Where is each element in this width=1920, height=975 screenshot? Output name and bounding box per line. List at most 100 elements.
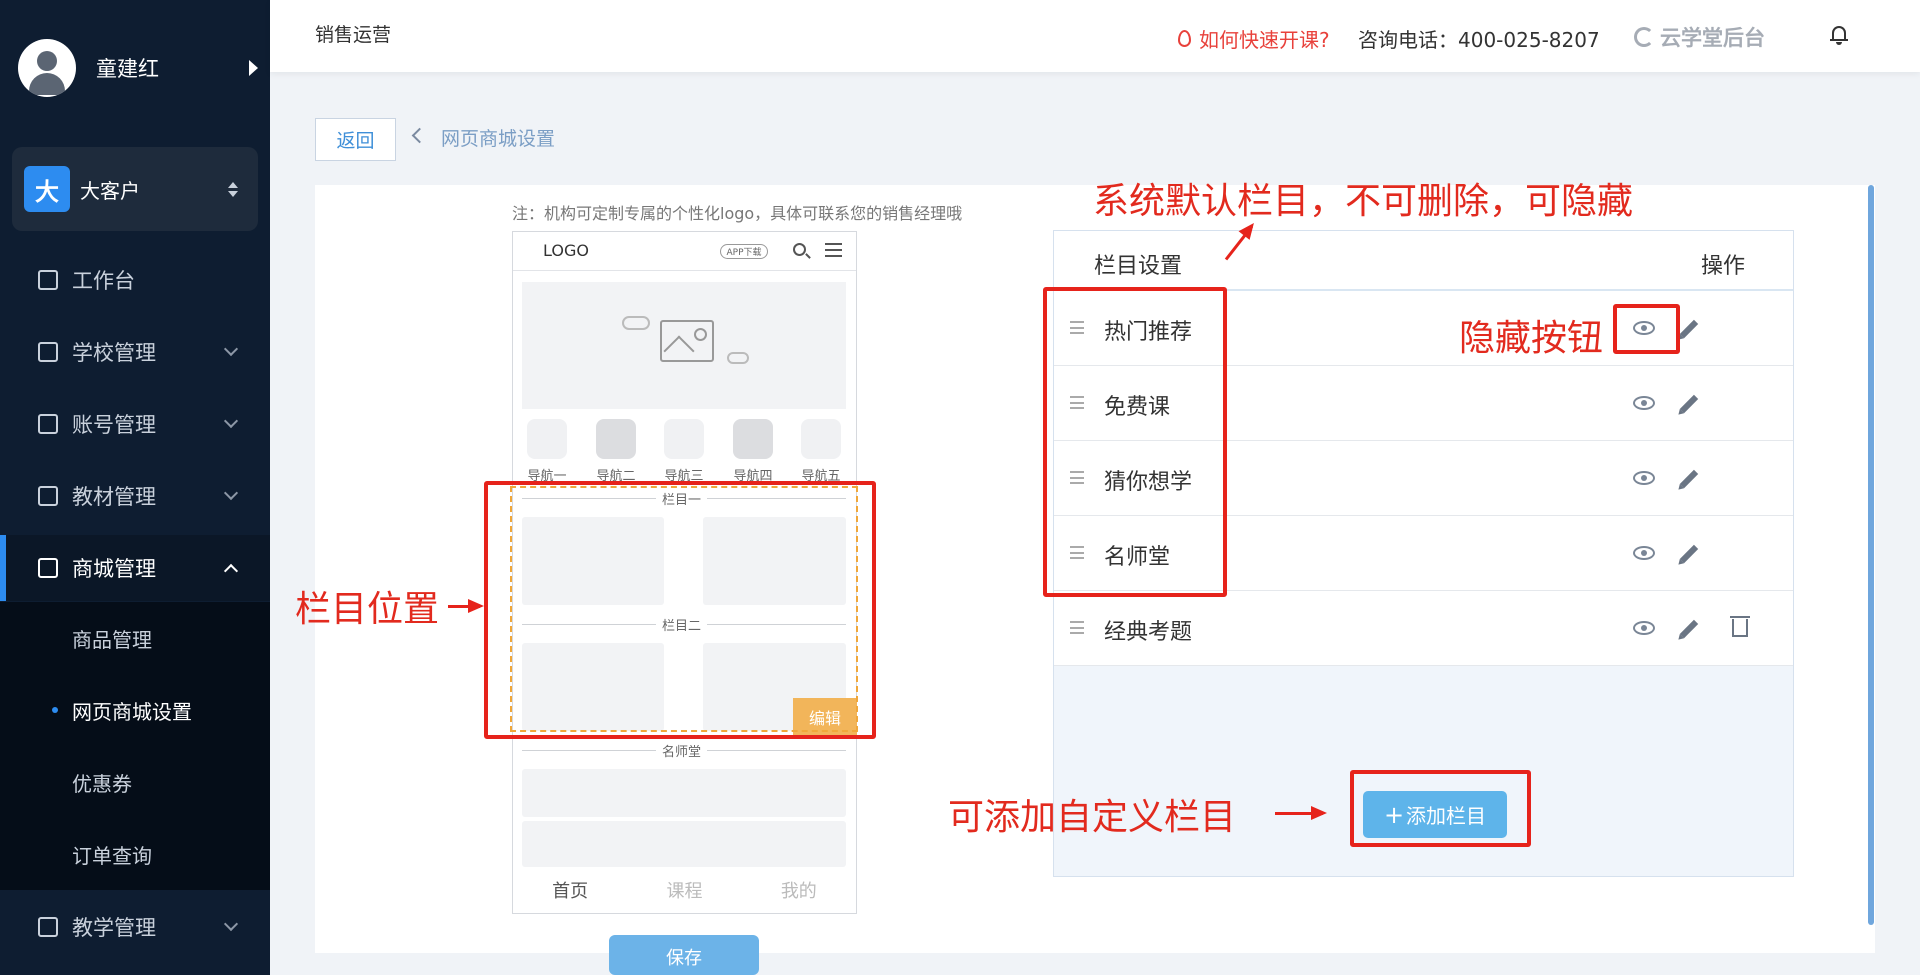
chevron-down-icon <box>223 413 239 429</box>
submenu-item-orders[interactable]: 订单查询 <box>0 818 270 890</box>
chevron-down-icon <box>223 916 239 932</box>
tab-courses: 课程 <box>666 881 703 902</box>
how-to-start-link[interactable]: 如何快速开课? <box>1178 24 1330 53</box>
annotation-box-add-button <box>1350 770 1531 847</box>
pencil-icon[interactable] <box>1679 394 1699 414</box>
brand-label: 云学堂后台 <box>1660 26 1765 50</box>
tab-home: 首页 <box>552 881 589 902</box>
card-placeholder <box>522 769 846 817</box>
submenu-item-label: 商品管理 <box>72 627 152 652</box>
table-row: 经典考题 <box>1054 591 1793 666</box>
sidebar-item-teaching[interactable]: 教学管理 <box>0 894 270 960</box>
save-button[interactable]: 保存 <box>609 935 759 975</box>
back-button[interactable]: 返回 <box>315 118 396 161</box>
submenu-item-web-mall-settings[interactable]: 网页商城设置 <box>0 674 270 746</box>
nav-item: 导航二 <box>588 419 644 484</box>
annotation-box-column-position <box>484 481 876 739</box>
fire-icon <box>1178 30 1191 47</box>
sidebar-item-label: 工作台 <box>72 269 135 293</box>
sidebar-item-school[interactable]: 学校管理 <box>0 319 270 385</box>
chevron-down-icon <box>223 485 239 501</box>
annotation-arrow <box>448 599 484 613</box>
mall-submenu: 商品管理 网页商城设置 优惠券 订单查询 <box>0 602 270 890</box>
book-icon <box>38 486 58 506</box>
sidebar-item-label: 账号管理 <box>72 413 156 437</box>
active-dot <box>52 707 58 713</box>
annotation-box-hide-button <box>1613 304 1680 354</box>
breadcrumb-current: 网页商城设置 <box>441 128 556 150</box>
submenu-item-coupons[interactable]: 优惠券 <box>0 746 270 818</box>
search-icon <box>793 243 806 256</box>
annotation-column-position: 栏目位置 <box>295 589 440 630</box>
sidebar-item-workbench[interactable]: 工作台 <box>0 247 270 313</box>
sort-icon <box>226 181 240 197</box>
chevron-left-icon <box>411 127 428 144</box>
drag-handle-icon[interactable] <box>1070 621 1084 634</box>
card-placeholder <box>522 821 846 867</box>
org-badge: 大 <box>24 166 70 212</box>
sidebar-item-label: 商城管理 <box>72 557 156 581</box>
top-bar: 销售运营 如何快速开课? 咨询电话：400-025-8207 云学堂后台 <box>270 0 1920 72</box>
document-icon <box>38 917 58 937</box>
section-label: 名师堂 <box>656 741 708 760</box>
avatar <box>18 39 76 97</box>
page-section-title: 销售运营 <box>315 24 392 46</box>
nav-item: 导航一 <box>519 419 575 484</box>
annotation-box-default-columns <box>1043 287 1227 597</box>
nav-item: 导航三 <box>656 419 712 484</box>
user-profile[interactable]: 童建红 <box>18 38 258 98</box>
submenu-item-label: 订单查询 <box>72 843 152 868</box>
refresh-icon <box>1634 27 1654 47</box>
org-switcher[interactable]: 大 大客户 <box>12 147 258 231</box>
eye-icon[interactable] <box>1633 621 1655 635</box>
cloud-icon <box>727 352 749 364</box>
nav-item: 导航四 <box>725 419 781 484</box>
divider <box>513 270 856 271</box>
brand-logo[interactable]: 云学堂后台 <box>1634 22 1765 52</box>
header-actions: 操作 <box>1701 254 1746 279</box>
pencil-icon[interactable] <box>1679 469 1699 489</box>
submenu-item-label: 网页商城设置 <box>72 699 192 724</box>
sidebar-item-mall[interactable]: 商城管理 <box>0 535 270 601</box>
eye-icon[interactable] <box>1633 471 1655 485</box>
nav-item: 导航五 <box>793 419 849 484</box>
pencil-icon[interactable] <box>1679 619 1699 639</box>
sidebar-item-label: 教材管理 <box>72 485 156 509</box>
hotline-text: 咨询电话：400-025-8207 <box>1358 28 1600 52</box>
how-to-start-label: 如何快速开课? <box>1199 28 1330 52</box>
caret-right-icon[interactable] <box>249 60 258 76</box>
pencil-icon[interactable] <box>1679 319 1699 339</box>
sidebar: 童建红 大 大客户 工作台 学校管理 账号管理 教材管理 商城管理 商品管理 网… <box>0 0 270 975</box>
preview-tabbar: 首页 课程 我的 <box>513 877 856 913</box>
list-icon <box>825 243 842 257</box>
pencil-icon[interactable] <box>1679 544 1699 564</box>
annotation-arrow <box>1275 806 1327 820</box>
eye-icon[interactable] <box>1633 396 1655 410</box>
chevron-up-icon <box>223 563 239 579</box>
annotation-add-custom: 可添加自定义栏目 <box>948 797 1237 838</box>
annotation-hide-button: 隐藏按钮 <box>1459 318 1604 359</box>
store-icon <box>38 558 58 578</box>
header-column-settings: 栏目设置 <box>1094 254 1183 279</box>
column-name: 经典考题 <box>1104 620 1193 645</box>
table-header: 栏目设置 操作 <box>1054 231 1793 291</box>
sidebar-item-label: 学校管理 <box>72 341 156 365</box>
submenu-item-products[interactable]: 商品管理 <box>0 602 270 674</box>
app-download-badge: APP下载 <box>720 244 768 259</box>
sidebar-item-materials[interactable]: 教材管理 <box>0 463 270 529</box>
chart-icon <box>38 270 58 290</box>
annotation-system-default: 系统默认栏目，不可删除，可隐藏 <box>1093 181 1634 222</box>
preview-logo: LOGO <box>543 241 589 260</box>
bell-icon[interactable] <box>1830 24 1848 45</box>
scrollbar[interactable] <box>1868 185 1874 925</box>
user-icon <box>38 414 58 434</box>
eye-icon[interactable] <box>1633 546 1655 560</box>
trash-icon[interactable] <box>1730 616 1750 637</box>
submenu-item-label: 优惠券 <box>72 771 132 796</box>
logo-note: 注：机构可定制专属的个性化logo，具体可联系您的销售经理哦 <box>512 204 963 223</box>
chevron-down-icon <box>223 341 239 357</box>
banner-placeholder <box>522 282 846 409</box>
org-name: 大客户 <box>80 178 140 203</box>
user-name: 童建红 <box>96 57 159 81</box>
sidebar-item-account[interactable]: 账号管理 <box>0 391 270 457</box>
